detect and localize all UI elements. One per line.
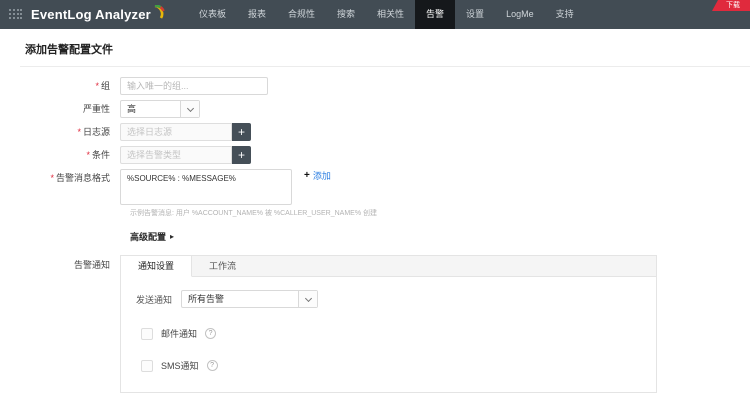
log-source-label: *日志源 — [25, 123, 120, 141]
nav-dashboard[interactable]: 仪表板 — [188, 0, 237, 29]
nav-support[interactable]: 支持 — [545, 0, 585, 29]
required-marker: * — [95, 81, 99, 91]
advanced-config-label: 高级配置 — [130, 230, 166, 243]
nav-search[interactable]: 搜索 — [326, 0, 366, 29]
notification-panel: 通知设置 工作流 发送通知 所有告警 邮件通知 ? — [120, 255, 657, 393]
add-alert-form: *组 严重性 高 *日志源 + *条件 + — [25, 77, 750, 404]
top-navbar: EventLog Analyzer 仪表板 报表 合规性 搜索 相关性 告警 设… — [0, 0, 750, 29]
add-field-label: 添加 — [313, 171, 331, 181]
content-area: 添加告警配置文件 *组 严重性 高 *日志源 + *条件 — [0, 29, 750, 404]
app-logo[interactable]: EventLog Analyzer — [31, 7, 166, 22]
message-format-row: *告警消息格式 %SOURCE% : %MESSAGE% + 添加 — [25, 169, 750, 205]
tab-notification-settings[interactable]: 通知设置 — [121, 256, 192, 277]
add-field-link[interactable]: + 添加 — [304, 171, 331, 181]
add-log-source-button[interactable]: + — [232, 123, 251, 141]
nav-reports[interactable]: 报表 — [237, 0, 277, 29]
group-input[interactable] — [120, 77, 268, 95]
message-format-textarea[interactable]: %SOURCE% : %MESSAGE% — [120, 169, 292, 205]
notification-label: 告警通知 — [25, 255, 120, 276]
required-marker: * — [86, 150, 90, 160]
chevron-down-icon — [298, 291, 317, 307]
apps-grid-icon[interactable] — [9, 9, 23, 20]
email-notification-label: 邮件通知 — [161, 327, 197, 340]
nav-correlation[interactable]: 相关性 — [366, 0, 415, 29]
page-title: 添加告警配置文件 — [25, 41, 750, 57]
add-condition-button[interactable]: + — [232, 146, 251, 164]
nav-logme[interactable]: LogMe — [495, 0, 545, 29]
help-icon[interactable]: ? — [207, 360, 218, 371]
send-notification-select[interactable]: 所有告警 — [181, 290, 318, 308]
notification-panel-body: 发送通知 所有告警 邮件通知 ? SMS通知 ? — [121, 277, 656, 392]
tab-workflow[interactable]: 工作流 — [192, 256, 253, 276]
download-button[interactable]: 下载 — [712, 0, 750, 11]
group-row: *组 — [25, 77, 750, 95]
required-marker: * — [50, 173, 54, 183]
email-notification-row: 邮件通知 ? — [141, 327, 656, 340]
message-format-label: *告警消息格式 — [25, 169, 120, 187]
severity-value: 高 — [121, 101, 180, 117]
severity-row: 严重性 高 — [25, 100, 750, 118]
advanced-config-toggle[interactable]: 高级配置 ▸ — [130, 230, 750, 243]
notification-tabbar: 通知设置 工作流 — [121, 256, 656, 277]
help-icon[interactable]: ? — [205, 328, 216, 339]
plus-icon: + — [304, 171, 310, 181]
notification-section: 告警通知 通知设置 工作流 发送通知 所有告警 — [25, 255, 750, 393]
send-notification-label: 发送通知 — [136, 293, 172, 306]
sms-notification-label: SMS通知 — [161, 359, 199, 372]
sms-notification-checkbox[interactable] — [141, 360, 153, 372]
arrow-right-icon: ▸ — [170, 232, 174, 241]
log-source-row: *日志源 + — [25, 123, 750, 141]
nav-alerts[interactable]: 告警 — [415, 0, 455, 29]
condition-input[interactable] — [120, 146, 232, 164]
severity-label: 严重性 — [25, 100, 120, 118]
example-hint: 示例告警消息: 用户 %ACCOUNT_NAME% 被 %CALLER_USER… — [130, 208, 750, 218]
send-notification-value: 所有告警 — [182, 291, 298, 307]
chevron-down-icon — [180, 101, 199, 117]
condition-row: *条件 + — [25, 146, 750, 164]
condition-label: *条件 — [25, 146, 120, 164]
log-source-input[interactable] — [120, 123, 232, 141]
nav-compliance[interactable]: 合规性 — [277, 0, 326, 29]
app-logo-text: EventLog Analyzer — [31, 7, 151, 22]
title-divider — [20, 66, 750, 67]
send-notification-row: 发送通知 所有告警 — [136, 290, 656, 308]
nav-settings[interactable]: 设置 — [455, 0, 495, 29]
group-label: *组 — [25, 77, 120, 95]
sms-notification-row: SMS通知 ? — [141, 359, 656, 372]
severity-select[interactable]: 高 — [120, 100, 200, 118]
main-nav: 仪表板 报表 合规性 搜索 相关性 告警 设置 LogMe 支持 — [188, 0, 585, 29]
required-marker: * — [77, 127, 81, 137]
email-notification-checkbox[interactable] — [141, 328, 153, 340]
logo-swoosh-icon — [153, 5, 166, 20]
